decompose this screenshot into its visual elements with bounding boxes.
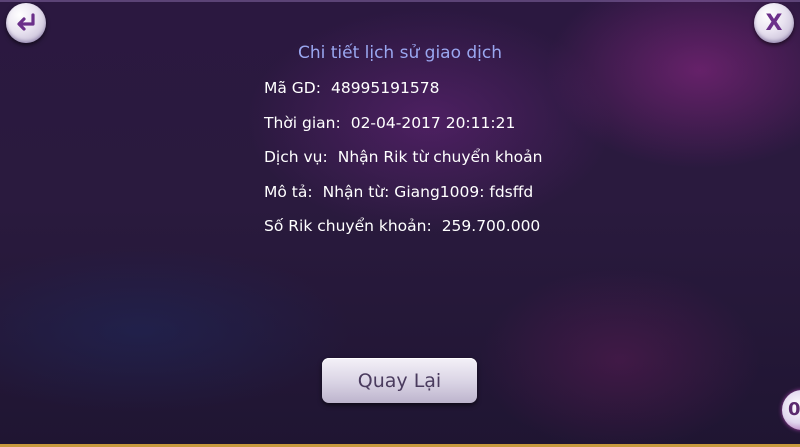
detail-row-transaction-id: Mã GD: 48995191578 [264,77,542,112]
corner-badge-label: 0 [788,399,800,420]
detail-label: Mã GD: [264,79,321,97]
detail-value: 48995191578 [330,79,440,97]
detail-label: Dịch vụ: [264,148,328,166]
back-arrow-icon [14,12,38,34]
detail-label: Số Rik chuyển khoản: [264,217,432,235]
detail-value: 02-04-2017 20:11:21 [350,113,516,132]
close-icon: X [765,10,783,36]
dialog-title: Chi tiết lịch sử giao dịch [297,43,503,63]
detail-row-time: Thời gian: 02-04-2017 20:11:21 [264,112,542,147]
quay-lai-button[interactable]: Quay Lại [322,358,477,403]
detail-label: Mô tả: [264,182,313,201]
detail-value: Nhận từ: Giang1009: fdsffd [322,182,534,201]
detail-row-description: Mô tả: Nhận từ: Giang1009: fdsffd [264,181,542,216]
close-button[interactable]: X [754,3,794,43]
transaction-detail-screen: X Chi tiết lịch sử giao dịch Mã GD: 48995… [0,0,800,447]
detail-row-amount: Số Rik chuyển khoản: 259.700.000 [264,215,542,250]
transaction-details: Mã GD: 48995191578 Thời gian: 02-04-2017 2… [264,77,542,250]
detail-label: Thời gian: [264,113,341,132]
corner-badge[interactable]: 0 [782,390,800,430]
detail-value: 259.700.000 [441,217,541,235]
detail-row-service: Dịch vụ: Nhận Rik từ chuyển khoản [264,146,542,181]
back-button[interactable] [6,3,46,43]
detail-value: Nhận Rik từ chuyển khoản [337,148,543,166]
